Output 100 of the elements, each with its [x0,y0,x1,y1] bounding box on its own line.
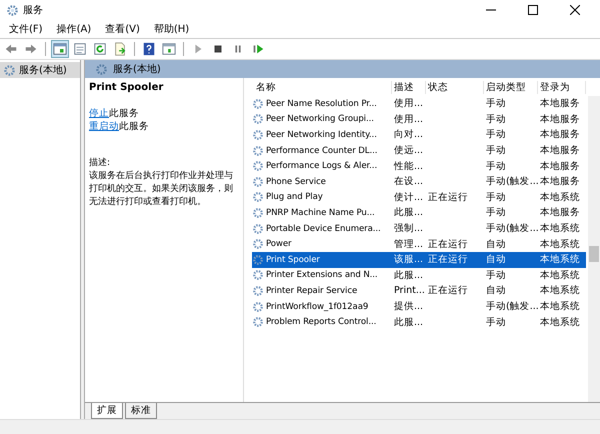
maximize-icon[interactable] [528,5,538,15]
panel-title: 服务(本地) [113,62,161,76]
gear-icon [252,300,264,313]
table-cell: 向对... [394,129,424,140]
table-cell: 提供... [394,301,424,312]
table-row[interactable]: Printer Extensions and N... 此服... 手动 本地系统 [252,268,586,284]
table-cell: 手动 [486,98,506,110]
tree-item[interactable]: 服务(本地) [0,62,80,78]
gear-icon [252,160,264,172]
gear-icon [252,144,264,157]
table-cell: 手动 [486,192,506,203]
table-row[interactable]: PNRP Machine Name Pu... 此服... 手动 本地服务 [252,205,586,221]
table-cell: 本地系统 [540,301,580,312]
gear-icon [252,284,264,297]
gear-icon [252,176,264,188]
table-cell: 管理... [394,238,424,250]
column-header[interactable]: 登录为 [538,80,586,94]
table-cell: PrintWorkflow_1f012aa9 [266,302,368,312]
gear-icon [252,98,264,110]
menu-item[interactable]: 帮助(H) [146,22,196,36]
table-cell: 使计... [394,192,424,203]
table-cell: 此服... [394,270,424,281]
action-text: 此服务 [109,108,139,119]
table-cell: Peer Name Resolution Pr... [266,98,377,109]
table-cell: Plug and Play [266,192,323,202]
table-row[interactable]: Problem Reports Control... 此服... 手动 本地系统 [252,314,586,330]
window-icon[interactable] [161,41,177,57]
table-cell: 本地系统 [540,223,580,234]
close-icon[interactable] [570,5,580,15]
table-cell: Print Spooler [266,254,320,265]
table-row[interactable]: Performance Logs & Aler... 性能... 手动 本地服务 [252,158,586,174]
gear-icon [252,238,264,250]
table-cell: 自动 [486,254,506,266]
gear-icon [252,206,264,219]
table-cell: 手动(触发... [486,301,538,312]
table-cell: Printer Repair Service [266,286,358,296]
table-row[interactable]: Phone Service 在设... 手动(触发...本地服务 [252,174,586,190]
table-cell: 使远... [394,145,424,156]
table-row[interactable]: Plug and Play 使计... 正在运行 手动 本地系统 [252,190,586,206]
description-text: 该服务在后台执行打印作业并处理与打印机的交互。如果关闭该服务，则无法进行打印或查看打印机。 [89,170,234,209]
table-cell: 手动 [486,160,506,172]
table-cell: 此服... [394,316,424,328]
scrollbar[interactable] [588,96,600,402]
table-row[interactable]: Print Spooler 该服... 正在运行 自动 本地系统 [252,252,586,268]
table-cell: 在设... [394,176,424,188]
table-cell: 手动(触发... [486,223,538,234]
table-cell: 手动 [486,145,506,156]
table-cell: Performance Counter DL... [266,146,378,156]
gear-icon [95,62,108,76]
table-cell: 使用... [394,98,424,110]
table-cell: Performance Logs & Aler... [266,161,378,172]
table-cell: 手动 [486,207,506,218]
table-row[interactable]: Portable Device Enumera... 强制... 手动(触发...本地系统 [252,220,586,236]
export-icon[interactable] [112,41,128,57]
gear-icon [252,316,264,328]
table-cell: 本地系统 [540,192,580,203]
action-text: 此服务 [119,121,149,132]
column-header[interactable]: 启动类型 [484,80,538,94]
link[interactable]: 重启动 [89,121,119,132]
column-header[interactable]: 状态 [426,80,484,94]
table-cell: 性能... [394,160,424,172]
tab[interactable]: 标准 [125,403,157,419]
table-row[interactable]: PrintWorkflow_1f012aa9 提供... 手动(触发...本地系统 [252,298,586,314]
link[interactable]: 停止 [89,108,109,119]
table-row[interactable]: Power 管理... 正在运行 自动 本地系统 [252,236,586,252]
table-cell: 本地系统 [540,285,580,296]
menu-item[interactable]: 操作(A) [50,22,98,36]
table-cell: 本地服务 [540,129,580,140]
table-cell: 正在运行 [428,254,468,266]
table-cell: Print... [394,285,425,296]
tab[interactable]: 扩展 [91,403,123,419]
gear-icon [252,128,264,141]
table-cell: 本地服务 [540,114,580,125]
table-row[interactable]: Printer Repair Service Print... 正在运行 自动 本地系统 [252,283,586,299]
table-cell: 自动 [486,285,506,296]
table-cell: 本地系统 [540,238,580,250]
service-name: Print Spooler [89,82,164,93]
table-cell: 强制... [394,223,424,234]
table-row[interactable]: Peer Networking Identity... 向对... 手动 本地服务 [252,127,586,143]
table-cell: 手动 [486,129,506,140]
table-cell: 此服... [394,207,424,218]
table-row[interactable]: Peer Networking Groupi... 使用... 手动 本地服务 [252,112,586,128]
console-tree-icon[interactable] [52,41,68,57]
gear-icon [252,113,264,126]
help-icon[interactable] [141,41,157,57]
gear-icon [252,269,264,282]
gear-icon [6,4,19,16]
gear-icon [252,254,264,266]
table-row[interactable]: Peer Name Resolution Pr... 使用... 手动 本地服务 [252,96,586,112]
refresh-icon[interactable] [92,41,108,57]
properties-icon[interactable] [72,41,88,57]
table-cell: 正在运行 [428,285,468,296]
table-cell: 本地服务 [540,98,580,110]
column-header[interactable]: 描述 [392,80,426,94]
column-header[interactable]: 名称 [252,80,392,94]
menu-item[interactable]: 查看(V) [98,22,147,36]
menu-item[interactable]: 文件(F) [2,22,50,36]
table-cell: 自动 [486,238,506,250]
table-row[interactable]: Performance Counter DL... 使远... 手动 本地服务 [252,142,586,158]
table-cell: 使用... [394,114,424,125]
